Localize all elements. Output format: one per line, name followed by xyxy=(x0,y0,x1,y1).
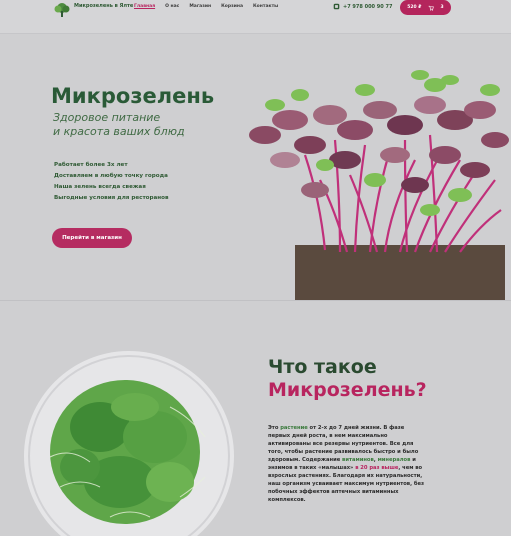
about-description: Это растение от 2-х до 7 дней жизни. В ф… xyxy=(268,424,428,504)
hero-title: Микрозелень xyxy=(51,84,215,108)
cart-count: 3 xyxy=(440,5,444,10)
feature-item: Наша зелень всегда свежая xyxy=(54,184,146,190)
hero-subtitle-line2: и красота ваших блюд xyxy=(53,125,185,138)
phone-number: +7 978 000 90 77 xyxy=(343,3,393,10)
main-nav: Главная О нас Магазин Корзина Контакты xyxy=(134,4,278,9)
about-title-line2: Микрозелень? xyxy=(268,379,427,401)
leaf-logo-icon[interactable] xyxy=(51,2,73,18)
about-title-line1: Что такое xyxy=(268,356,377,378)
feature-list: Работает более 3х лет Доставляем в любую… xyxy=(54,160,169,204)
microgreens-hero-image xyxy=(249,70,509,300)
phone-icon xyxy=(333,3,340,10)
nav-cart[interactable]: Корзина xyxy=(221,4,243,9)
desc-highlight: минералов xyxy=(377,457,411,463)
section-divider xyxy=(0,300,511,301)
nav-shop[interactable]: Магазин xyxy=(189,4,211,9)
cart-icon xyxy=(428,5,434,11)
nav-contacts[interactable]: Контакты xyxy=(253,4,278,9)
site-header: Микрозелень в Ялте Главная О нас Магазин… xyxy=(0,0,511,34)
microgreens-plate-image xyxy=(24,351,234,536)
go-to-shop-button[interactable]: Перейти в магазин xyxy=(52,228,132,248)
nav-about[interactable]: О нас xyxy=(165,4,179,9)
desc-part: Это xyxy=(268,425,281,431)
desc-highlight: растение xyxy=(280,425,308,431)
cart-total: 520 ₽ xyxy=(407,5,422,10)
desc-highlight: витаминов xyxy=(342,457,374,463)
cart-button[interactable]: 520 ₽ 3 xyxy=(400,0,451,15)
feature-item: Выгодные условия для ресторанов xyxy=(54,195,169,201)
nav-home[interactable]: Главная xyxy=(134,4,155,9)
hero-subtitle-line1: Здоровое питание xyxy=(53,111,161,124)
desc-highlight: в 20 раз выше xyxy=(355,465,399,471)
about-title: Что такое Микрозелень? xyxy=(268,356,508,402)
feature-item: Работает более 3х лет xyxy=(54,162,128,168)
logo-text[interactable]: Микрозелень в Ялте xyxy=(74,3,134,10)
phone-link[interactable]: +7 978 000 90 77 xyxy=(333,3,392,10)
feature-item: Доставляем в любую точку города xyxy=(54,173,168,179)
